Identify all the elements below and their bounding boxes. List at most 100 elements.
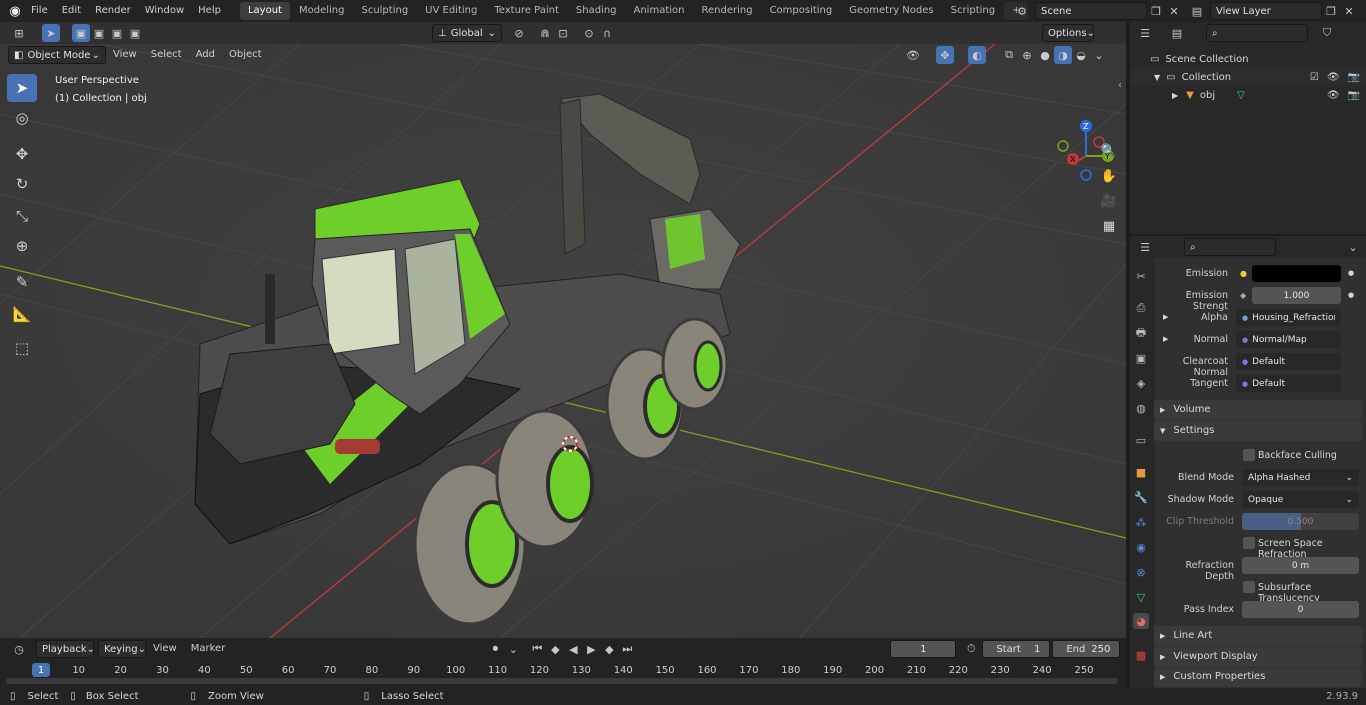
mode-dropdown[interactable]: ◧ Object Mode ⌄ xyxy=(8,46,106,64)
scene-tab-icon[interactable]: ◈ xyxy=(1133,375,1149,391)
menu-object[interactable]: Object xyxy=(222,44,269,66)
snap-icon[interactable]: ⋒ xyxy=(536,24,554,42)
pass-index-field[interactable]: 0 xyxy=(1242,601,1359,618)
timeline-view-menu[interactable]: View xyxy=(146,638,184,660)
stopwatch-icon[interactable]: ⏱ xyxy=(962,640,980,658)
socket-diamond-icon[interactable]: ◆ xyxy=(1240,291,1246,300)
pivot-point-icon[interactable]: ⊘ xyxy=(510,24,528,42)
scale-tool[interactable]: ⤡ xyxy=(7,202,37,230)
gizmo-toggle-icon[interactable]: ✥ xyxy=(936,46,954,64)
new-view-layer-icon[interactable]: ❐ xyxy=(1322,2,1340,20)
render-tab-icon[interactable]: ⎙ xyxy=(1133,300,1149,316)
refraction-depth-field[interactable]: 0 m xyxy=(1242,557,1359,574)
modifier-tab-icon[interactable]: 🔧 xyxy=(1133,489,1149,505)
menu-window[interactable]: Window xyxy=(138,0,191,22)
emission-color-field[interactable] xyxy=(1252,265,1341,282)
current-frame-field[interactable]: 1 xyxy=(890,640,957,658)
timeline-marker-menu[interactable]: Marker xyxy=(184,638,233,660)
emission-strength-field[interactable]: 1.000 xyxy=(1252,287,1341,304)
jump-start-icon[interactable]: ⏮ xyxy=(528,640,546,658)
wireframe-shading-icon[interactable]: ⊕ xyxy=(1018,46,1036,64)
display-mode-icon[interactable]: ▤ xyxy=(1168,24,1186,42)
menu-add[interactable]: Add xyxy=(189,44,222,66)
blender-logo-icon[interactable]: ◉ xyxy=(6,2,24,20)
outliner-editor-icon[interactable]: ☰ xyxy=(1136,24,1154,42)
timeline-scrollbar[interactable] xyxy=(6,678,1118,684)
tangent-field[interactable]: ● Default xyxy=(1236,375,1341,392)
select-mode-invert-icon[interactable]: ▣ xyxy=(126,24,144,42)
annotate-tool[interactable]: ✎ xyxy=(7,268,37,296)
tab-sculpting[interactable]: Sculpting xyxy=(353,2,416,20)
alpha-input-field[interactable]: ●Housing_Refraction_... xyxy=(1236,309,1341,326)
tab-compositing[interactable]: Compositing xyxy=(762,2,841,20)
material-tab-icon[interactable]: ◕ xyxy=(1133,613,1149,629)
visibility-icon[interactable]: 👁 xyxy=(904,46,922,64)
output-tab-icon[interactable]: 🖶 xyxy=(1133,325,1149,341)
texture-tab-icon[interactable]: ▩ xyxy=(1133,647,1149,663)
3d-viewport[interactable]: Z Y X xyxy=(0,44,1126,638)
delete-view-layer-icon[interactable]: ✕ xyxy=(1340,2,1358,20)
delete-scene-icon[interactable]: ✕ xyxy=(1165,2,1183,20)
tab-shading[interactable]: Shading xyxy=(568,2,625,20)
outliner-row-obj[interactable]: ▶ ▼ obj ▽ 👁 📷 xyxy=(1130,86,1366,104)
snap-target-icon[interactable]: ⊡ xyxy=(554,24,572,42)
menu-view[interactable]: View xyxy=(106,44,144,66)
eye-icon[interactable]: 👁 xyxy=(1327,90,1340,101)
falloff-icon[interactable]: ∩ xyxy=(598,24,616,42)
playback-menu[interactable]: Playback ⌄ xyxy=(36,640,95,658)
world-tab-icon[interactable]: ◍ xyxy=(1133,400,1149,416)
physics-tab-icon[interactable]: ◉ xyxy=(1133,539,1149,555)
measure-tool[interactable]: 📐 xyxy=(7,300,37,328)
jump-end-icon[interactable]: ⏭ xyxy=(618,640,636,658)
particles-tab-icon[interactable]: ⁂ xyxy=(1133,514,1149,530)
eye-icon[interactable]: 👁 xyxy=(1327,72,1340,83)
camera-icon[interactable]: 📷 xyxy=(1348,72,1360,83)
chevron-down-icon[interactable]: ⌄ xyxy=(1344,238,1362,256)
start-frame-field[interactable]: Start 1 xyxy=(982,640,1051,658)
data-tab-icon[interactable]: ▽ xyxy=(1133,589,1149,605)
normal-input-field[interactable]: ● Normal/Map xyxy=(1236,331,1341,348)
select-box-tool[interactable]: ➤ xyxy=(7,74,37,102)
transform-tool[interactable]: ⊕ xyxy=(7,232,37,260)
object-tab-icon[interactable]: ■ xyxy=(1133,464,1149,480)
play-icon[interactable]: ▶ xyxy=(582,640,600,658)
select-mode-extend-icon[interactable]: ▣ xyxy=(90,24,108,42)
keying-menu[interactable]: Keying ⌄ xyxy=(98,640,146,658)
material-shading-icon[interactable]: ◑ xyxy=(1054,46,1072,64)
properties-search-input[interactable]: ⌕ xyxy=(1184,238,1276,256)
shadow-mode-dropdown[interactable]: Opaque ⌄ xyxy=(1242,491,1359,508)
viewport-display-section-header[interactable]: ▶ Viewport Display xyxy=(1156,651,1258,662)
collection-tab-icon[interactable]: ▭ xyxy=(1133,432,1149,448)
tab-rendering[interactable]: Rendering xyxy=(693,2,760,20)
sidebar-toggle-icon[interactable]: ‹ xyxy=(1118,80,1122,91)
outliner-row-scene-collection[interactable]: ▭ Scene Collection xyxy=(1130,50,1366,68)
rotate-tool[interactable]: ↻ xyxy=(7,170,37,198)
add-cube-tool[interactable]: ⬚ xyxy=(7,334,37,362)
custom-properties-section-header[interactable]: ▶ Custom Properties xyxy=(1156,671,1265,682)
cursor-tool[interactable]: ◎ xyxy=(7,104,37,132)
proportional-edit-icon[interactable]: ⊙ xyxy=(580,24,598,42)
zoom-view-button[interactable]: 🔍 xyxy=(1097,140,1121,162)
keyframe-dot-icon[interactable]: ● xyxy=(1348,269,1354,277)
keyframe-dot-icon[interactable]: ● xyxy=(1348,291,1354,299)
blend-mode-dropdown[interactable]: Alpha Hashed ⌄ xyxy=(1242,469,1359,486)
menu-help[interactable]: Help xyxy=(191,0,228,22)
menu-render[interactable]: Render xyxy=(88,0,138,22)
collapse-arrow-icon[interactable]: ▶ xyxy=(1172,91,1178,100)
menu-select[interactable]: Select xyxy=(144,44,189,66)
tab-layout[interactable]: Layout xyxy=(239,2,290,20)
constraints-tab-icon[interactable]: ⊗ xyxy=(1133,564,1149,580)
scene-name-field[interactable]: Scene xyxy=(1035,2,1147,20)
prev-keyframe-icon[interactable]: ◆ xyxy=(546,640,564,658)
play-reverse-icon[interactable]: ◀ xyxy=(564,640,582,658)
clearcoat-normal-field[interactable]: ● Default xyxy=(1236,353,1341,370)
end-frame-field[interactable]: End 250 xyxy=(1052,640,1121,658)
camera-icon[interactable]: 📷 xyxy=(1348,90,1360,101)
next-keyframe-icon[interactable]: ◆ xyxy=(600,640,618,658)
pan-view-button[interactable]: ✋ xyxy=(1097,165,1121,187)
view-layer-icon[interactable]: ▤ xyxy=(1188,2,1206,20)
select-tool-icon[interactable]: ➤ xyxy=(42,24,60,42)
chevron-down-icon[interactable]: ⌄ xyxy=(1090,46,1108,64)
select-mode-subtract-icon[interactable]: ▣ xyxy=(108,24,126,42)
checkbox-icon[interactable]: ☑ xyxy=(1310,72,1319,83)
